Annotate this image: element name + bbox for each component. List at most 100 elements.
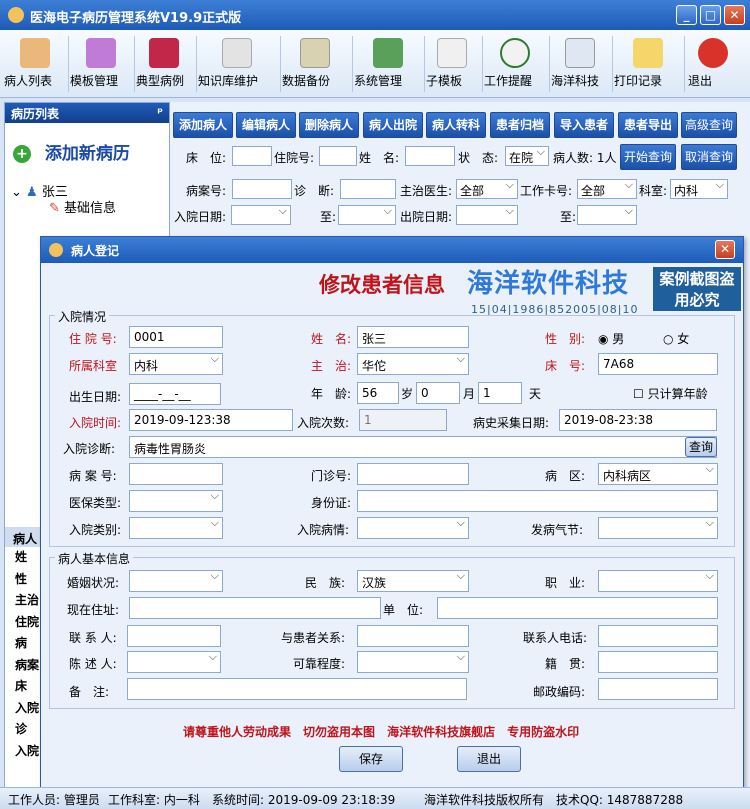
age-only-checkbox[interactable]: ☐ 只计算年龄	[633, 385, 708, 402]
doctor-select[interactable]: 全部	[456, 179, 518, 199]
add-new-record-button[interactable]: + 添加新病历	[13, 139, 163, 175]
toolbar-subtemplate[interactable]: 子模板	[426, 34, 478, 94]
season-select[interactable]	[598, 517, 718, 539]
power-icon	[698, 38, 728, 68]
card-no-select[interactable]: 全部	[577, 179, 637, 199]
admit-condition-select[interactable]	[357, 517, 469, 539]
toolbar-patient-list[interactable]: 病人列表	[4, 34, 66, 94]
contact-input[interactable]	[127, 625, 221, 647]
app-icon	[8, 7, 24, 23]
admit-time-input[interactable]: 2019-09-123:38	[129, 409, 293, 431]
basic-info-group-title: 病人基本信息	[55, 550, 134, 567]
archive-patient-button[interactable]: 患者归档	[490, 112, 550, 138]
toolbar-reminder[interactable]: 工作提醒	[484, 34, 546, 94]
contact-phone-input[interactable]	[598, 625, 718, 647]
cancel-query-button[interactable]: 取消查询	[681, 144, 737, 170]
title-bar: 医海电子病历管理系统V19.9正式版 _ □ ✕	[0, 0, 750, 30]
bed-input[interactable]	[232, 146, 272, 166]
pin-icon[interactable]: ᵖ	[157, 105, 163, 119]
minimize-button[interactable]: _	[676, 5, 697, 25]
discharge-date-to[interactable]	[577, 205, 637, 225]
admission-no-input[interactable]	[319, 146, 357, 166]
doctor-select[interactable]: 华佗	[357, 353, 469, 375]
employer-input[interactable]	[437, 597, 718, 619]
dept-select[interactable]: 内科	[670, 179, 728, 199]
native-place-input[interactable]	[598, 651, 718, 673]
discharge-patient-button[interactable]: 病人出院	[363, 112, 423, 138]
edit-patient-button[interactable]: 编辑病人	[236, 112, 296, 138]
clinic-no-input[interactable]	[357, 463, 469, 485]
toolbar-template[interactable]: 模板管理	[70, 34, 132, 94]
start-query-button[interactable]: 开始查询	[620, 144, 676, 170]
tree-node-basic-info[interactable]: ✎ 基础信息	[49, 197, 116, 216]
add-patient-button[interactable]: 添加病人	[173, 112, 233, 138]
admit-type-select[interactable]	[129, 517, 223, 539]
toolbar-backup[interactable]: 数据备份	[282, 34, 348, 94]
narrator-select[interactable]	[127, 651, 221, 673]
toolbar-print-record[interactable]: 打印记录	[614, 34, 682, 94]
toolbar-system[interactable]: 系统管理	[354, 34, 422, 94]
person-icon: ♟	[26, 185, 38, 200]
copyright-notice: 请尊重他人劳动成果 切勿盗用本图 海洋软件科技旗舰店 专用防盗水印	[183, 725, 580, 739]
toolbar: 病人列表 模板管理 典型病例 知识库维护 数据备份 系统管理 子模板 工作提醒 …	[0, 30, 750, 98]
name-input[interactable]	[405, 146, 455, 166]
dept-select[interactable]: 内科	[129, 353, 223, 375]
note-input[interactable]	[127, 678, 467, 700]
record-no-input[interactable]	[129, 463, 223, 485]
bed-input[interactable]: 7A68	[598, 353, 718, 375]
age-years-input[interactable]: 56	[357, 382, 399, 404]
edit-icon: ✎	[49, 201, 60, 216]
gender-female-radio[interactable]: ○ 女	[663, 330, 689, 347]
admit-date-from[interactable]	[231, 205, 291, 225]
exit-button[interactable]: 退出	[457, 746, 521, 772]
delete-patient-button[interactable]: 删除病人	[299, 112, 359, 138]
reliability-select[interactable]	[357, 651, 469, 673]
diagnosis-input[interactable]: 病毒性胃肠炎	[129, 436, 717, 458]
status-dept: 工作科室: 内一科	[108, 793, 200, 807]
insurance-select[interactable]	[129, 490, 223, 512]
close-button[interactable]: ✕	[724, 5, 745, 25]
relation-input[interactable]	[357, 625, 469, 647]
age-days-input[interactable]: 1	[478, 382, 522, 404]
birth-date-input[interactable]: ____-__-__	[129, 383, 221, 405]
toolbar-exit[interactable]: 退出	[688, 34, 738, 94]
advanced-query-button[interactable]: 高级查询	[681, 112, 737, 138]
toolbar-knowledge[interactable]: 知识库维护	[198, 34, 276, 94]
ward-select[interactable]: 内科病区	[598, 463, 718, 485]
template-icon	[86, 38, 116, 68]
status-select[interactable]: 在院	[505, 146, 549, 166]
occupation-select[interactable]	[598, 570, 718, 592]
admission-no-input[interactable]: 0001	[129, 326, 223, 348]
record-no-input[interactable]	[232, 179, 292, 199]
postcode-input[interactable]	[598, 678, 718, 700]
id-card-input[interactable]	[357, 490, 718, 512]
ethnic-select[interactable]: 汉族	[357, 570, 469, 592]
admit-count-input[interactable]: 1	[359, 409, 447, 431]
address-input[interactable]	[129, 597, 381, 619]
subtemplate-icon	[437, 38, 467, 68]
maximize-button[interactable]: □	[700, 5, 721, 25]
marital-select[interactable]	[129, 570, 223, 592]
export-patient-button[interactable]: 患者导出	[618, 112, 678, 138]
watermark-brand: 海洋软件科技	[467, 269, 630, 299]
transfer-patient-button[interactable]: 病人转科	[426, 112, 486, 138]
books-icon	[149, 38, 179, 68]
age-months-input[interactable]: 0	[416, 382, 460, 404]
history-date-input[interactable]: 2019-08-23:38	[559, 409, 717, 431]
status-copyright: 海洋软件科技版权所有	[424, 793, 545, 807]
save-button[interactable]: 保存	[339, 746, 403, 772]
patient-register-dialog: 病人登记 ✕ 修改患者信息 海洋软件科技 案例截图盗用必究 15|04|1986…	[40, 236, 744, 802]
diagnosis-query-button[interactable]: 查询	[685, 437, 717, 457]
status-bar: 工作人员: 管理员 工作科室: 内一科 系统时间: 2019-09-09 23:…	[0, 787, 750, 809]
discharge-date-from[interactable]	[456, 205, 518, 225]
admit-date-to[interactable]	[338, 205, 396, 225]
dialog-close-button[interactable]: ✕	[715, 240, 735, 259]
gender-male-radio[interactable]: ◉ 男	[598, 330, 624, 347]
toolbar-typical-cases[interactable]: 典型病例	[136, 34, 192, 94]
status-user: 工作人员: 管理员	[8, 793, 100, 807]
diagnosis-input[interactable]	[340, 179, 396, 199]
name-input[interactable]: 张三	[357, 326, 469, 348]
toolbar-haiyang[interactable]: 海洋科技	[551, 34, 609, 94]
import-patient-button[interactable]: 导入患者	[554, 112, 614, 138]
patient-list-header: 病历列表 ᵖ	[5, 103, 169, 123]
